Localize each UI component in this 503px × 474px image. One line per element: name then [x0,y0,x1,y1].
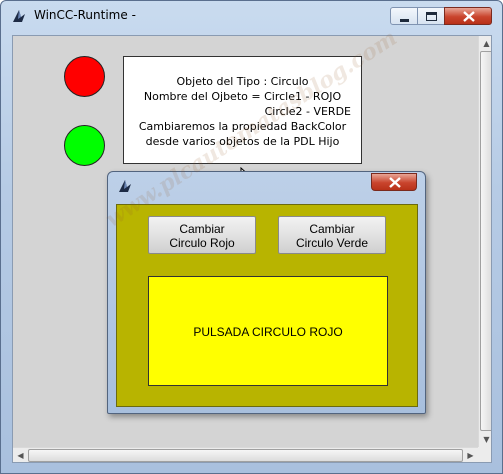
circle2-green[interactable] [64,125,105,166]
window-title: WinCC-Runtime - [34,8,136,22]
info-line: Cambiaremos la propiedad BackColor [138,120,347,133]
child-pdl-window: Cambiar Circulo Rojo Cambiar Circulo Ver… [107,171,426,414]
button-label: Circulo Rojo [169,236,235,250]
vertical-scrollbar[interactable]: ▲ ▼ [478,36,491,447]
scroll-up-icon[interactable]: ▲ [479,36,491,51]
change-green-circle-button[interactable]: Cambiar Circulo Verde [278,216,386,254]
minimize-button[interactable] [390,7,418,25]
maximize-icon [426,12,437,21]
horizontal-scroll-thumb[interactable] [28,449,463,462]
scroll-right-icon[interactable]: ▶ [463,448,478,462]
change-red-circle-button[interactable]: Cambiar Circulo Rojo [148,216,256,254]
status-text-box: PULSADA CIRCULO ROJO [148,276,388,386]
horizontal-scrollbar[interactable]: ◀ ▶ [13,447,478,462]
wincc-runtime-icon [13,10,25,22]
title-bar[interactable]: WinCC-Runtime - [1,1,502,31]
maximize-button[interactable] [417,7,445,25]
info-line: Nombre del Ojbeto = Circle1 - ROJO [143,90,342,103]
close-icon [389,177,401,188]
info-line: desde varios objetos de la PDL Hijo [145,135,340,148]
info-line: Objeto del Tipo : Circulo [176,75,309,88]
wincc-runtime-icon [119,180,131,192]
circle1-red[interactable] [64,56,105,97]
close-icon [463,11,475,22]
info-line: Circle2 - VERDE [264,105,351,118]
popup-content-area: Cambiar Circulo Rojo Cambiar Circulo Ver… [116,204,418,407]
scroll-left-icon[interactable]: ◀ [13,448,28,462]
minimize-icon [400,19,409,22]
button-label: Circulo Verde [295,236,369,250]
info-text-box: Objeto del Tipo : Circulo Nombre del Ojb… [123,56,362,164]
popup-close-button[interactable] [371,173,417,191]
button-label: Cambiar [179,222,225,236]
close-button[interactable] [444,7,492,25]
button-label: Cambiar [309,222,355,236]
scrollbar-corner [478,447,491,462]
scroll-down-icon[interactable]: ▼ [479,432,491,447]
main-window: WinCC-Runtime - Objeto del Tipo : Circul… [0,0,503,474]
vertical-scroll-thumb[interactable] [480,51,491,431]
